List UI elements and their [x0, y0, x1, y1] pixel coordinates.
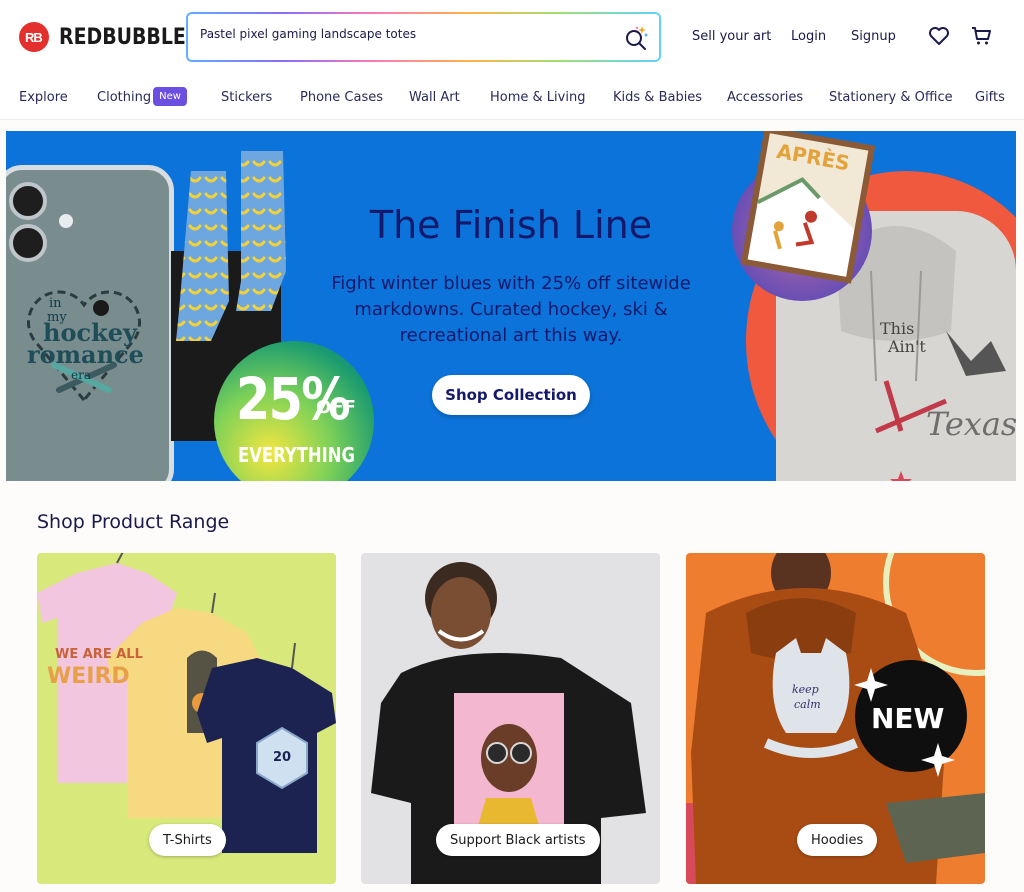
nav-explore[interactable]: Explore: [19, 90, 68, 105]
sell-your-art-link[interactable]: Sell your art: [692, 29, 771, 44]
support-black-artists-button[interactable]: Support Black artists: [436, 824, 600, 856]
search-input[interactable]: [200, 27, 600, 41]
nav-stickers[interactable]: Stickers: [221, 90, 272, 105]
nav-stationery-office[interactable]: Stationery & Office: [829, 90, 953, 105]
svg-text:WEIRD: WEIRD: [47, 664, 130, 689]
svg-text:NEW: NEW: [871, 702, 945, 735]
section-title-product-range: Shop Product Range: [37, 511, 230, 533]
nav-kids-babies[interactable]: Kids & Babies: [613, 90, 702, 105]
nav-clothing[interactable]: Clothing: [97, 90, 151, 105]
nav-accessories[interactable]: Accessories: [727, 90, 803, 105]
svg-text:keep: keep: [792, 683, 819, 696]
dice-20-text: 20: [273, 750, 291, 765]
hoodies-button[interactable]: Hoodies: [797, 824, 878, 856]
hero-banner[interactable]: in my hockey romance era 25% OFF EVERYTH…: [6, 131, 1016, 481]
nav-wall-art[interactable]: Wall Art: [409, 90, 460, 105]
nav-gifts[interactable]: Gifts: [975, 90, 1005, 105]
ai-search-icon[interactable]: [623, 24, 649, 50]
product-card-black-artists[interactable]: Support Black artists: [361, 553, 660, 884]
nav-phone-cases[interactable]: Phone Cases: [300, 90, 383, 105]
promo-25-off-badge: 25% OFF EVERYTHING: [214, 341, 374, 481]
hero-subtitle: Fight winter blues with 25% off sitewide…: [331, 273, 691, 346]
new-badge: New: [153, 87, 187, 106]
logo-mark-icon: RB: [19, 22, 49, 52]
product-card-tshirts[interactable]: WE ARE ALL WEIRD 20 T-Shirts: [37, 553, 336, 884]
heart-icon[interactable]: [927, 24, 951, 48]
product-card-hoodies[interactable]: NEW keep calm Hoodies: [686, 553, 985, 884]
cart-icon[interactable]: [970, 24, 994, 48]
phone-case-image: in my hockey romance era: [6, 165, 174, 481]
redbubble-logo[interactable]: RB REDBUBBLE: [19, 22, 206, 52]
svg-text:calm: calm: [794, 698, 821, 711]
shop-collection-button[interactable]: Shop Collection: [432, 375, 590, 415]
tshirts-button[interactable]: T-Shirts: [149, 824, 226, 856]
search-box[interactable]: [186, 12, 661, 62]
logo-text: REDBUBBLE: [59, 24, 186, 50]
site-header: RB REDBUBBLE Sell your art Login Signup: [0, 0, 1024, 76]
svg-text:WE ARE ALL: WE ARE ALL: [55, 647, 143, 662]
signup-link[interactable]: Signup: [851, 29, 896, 44]
hero-title: The Finish Line: [369, 203, 653, 247]
login-link[interactable]: Login: [791, 29, 826, 44]
nav-home-living[interactable]: Home & Living: [490, 90, 585, 105]
